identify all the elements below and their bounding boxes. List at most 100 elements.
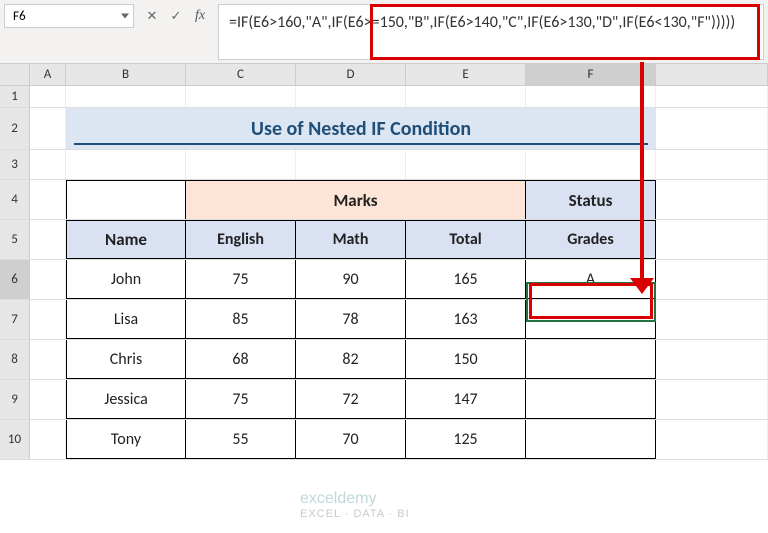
cell-english[interactable]: 85 xyxy=(186,300,296,339)
name-header[interactable]: Name xyxy=(66,220,186,259)
value: 125 xyxy=(453,430,477,449)
cell[interactable] xyxy=(30,300,66,339)
english-header[interactable]: English xyxy=(186,220,296,259)
cell-english[interactable]: 55 xyxy=(186,420,296,459)
cell-name[interactable]: Chris xyxy=(66,340,186,379)
cell-name[interactable]: Lisa xyxy=(66,300,186,339)
cell-english[interactable]: 75 xyxy=(186,380,296,419)
col-header-B[interactable]: B xyxy=(66,64,186,85)
label: Total xyxy=(449,230,481,249)
row-5: 5 Name English Math Total Grades xyxy=(0,220,768,260)
title-cell[interactable]: Use of Nested IF Condition xyxy=(66,108,656,149)
col-header-spare[interactable] xyxy=(656,64,768,85)
fx-icon[interactable]: fx xyxy=(190,6,210,26)
cell-english[interactable]: 68 xyxy=(186,340,296,379)
cell[interactable] xyxy=(406,150,526,179)
cell[interactable] xyxy=(30,86,66,107)
row-header-10[interactable]: 10 xyxy=(0,420,30,459)
arrow-down-icon xyxy=(630,278,654,294)
cell[interactable] xyxy=(30,260,66,299)
cell[interactable] xyxy=(30,220,66,259)
cell[interactable] xyxy=(656,220,768,259)
col-header-C[interactable]: C xyxy=(186,64,296,85)
value: 75 xyxy=(232,270,248,289)
cell[interactable] xyxy=(526,86,656,107)
row-header-5[interactable]: 5 xyxy=(0,220,30,259)
cell[interactable] xyxy=(30,108,66,149)
cell[interactable] xyxy=(656,300,768,339)
cell[interactable] xyxy=(656,180,768,219)
cell-math[interactable]: 90 xyxy=(296,260,406,299)
cell-math[interactable]: 82 xyxy=(296,340,406,379)
cell[interactable] xyxy=(656,150,768,179)
cell-math[interactable]: 72 xyxy=(296,380,406,419)
cell[interactable] xyxy=(66,180,186,219)
cell[interactable] xyxy=(406,86,526,107)
cell[interactable] xyxy=(656,380,768,419)
cell[interactable] xyxy=(656,420,768,459)
cell-total[interactable]: 125 xyxy=(406,420,526,459)
math-header[interactable]: Math xyxy=(296,220,406,259)
cell-name[interactable]: John xyxy=(66,260,186,299)
cell-grade[interactable] xyxy=(526,340,656,379)
cancel-icon[interactable]: ✕ xyxy=(142,6,162,26)
cell-grade[interactable] xyxy=(526,300,656,339)
col-header-D[interactable]: D xyxy=(296,64,406,85)
status-header[interactable]: Status xyxy=(526,180,656,219)
cell[interactable] xyxy=(656,108,768,149)
grades-header[interactable]: Grades xyxy=(526,220,656,259)
row-header-1[interactable]: 1 xyxy=(0,86,30,107)
cell[interactable] xyxy=(186,150,296,179)
cell[interactable] xyxy=(30,150,66,179)
cell[interactable] xyxy=(30,420,66,459)
value: 82 xyxy=(342,350,358,369)
marks-header[interactable]: Marks xyxy=(186,180,526,219)
cell-grade[interactable] xyxy=(526,380,656,419)
total-header[interactable]: Total xyxy=(406,220,526,259)
chevron-down-icon[interactable] xyxy=(121,14,129,19)
formula-input[interactable]: =IF(E6>160,"A",IF(E6>=150,"B",IF(E6>140,… xyxy=(218,4,764,60)
cell-math[interactable]: 70 xyxy=(296,420,406,459)
cell-total[interactable]: 163 xyxy=(406,300,526,339)
cell[interactable] xyxy=(66,150,186,179)
watermark-main: exceldemy xyxy=(300,490,376,507)
row-header-6[interactable]: 6 xyxy=(0,260,30,299)
cell[interactable] xyxy=(66,86,186,107)
name-box-value: F6 xyxy=(13,9,26,24)
value: 68 xyxy=(232,350,248,369)
cell-total[interactable]: 147 xyxy=(406,380,526,419)
column-headers: A B C D E F xyxy=(0,64,768,86)
cell-name[interactable]: Tony xyxy=(66,420,186,459)
cell-math[interactable]: 78 xyxy=(296,300,406,339)
cell[interactable] xyxy=(656,86,768,107)
title-underline xyxy=(74,143,648,145)
row-header-4[interactable]: 4 xyxy=(0,180,30,219)
row-header-2[interactable]: 2 xyxy=(0,108,30,149)
name-box[interactable]: F6 xyxy=(4,4,134,28)
row-header-7[interactable]: 7 xyxy=(0,300,30,339)
cell[interactable] xyxy=(30,180,66,219)
cell[interactable] xyxy=(656,260,768,299)
select-all-corner[interactable] xyxy=(0,64,30,85)
cell[interactable] xyxy=(526,150,656,179)
col-header-F[interactable]: F xyxy=(526,64,656,85)
cell-total[interactable]: 150 xyxy=(406,340,526,379)
row-header-3[interactable]: 3 xyxy=(0,150,30,179)
row-header-8[interactable]: 8 xyxy=(0,340,30,379)
row-header-9[interactable]: 9 xyxy=(0,380,30,419)
value: 150 xyxy=(453,350,477,369)
cell-name[interactable]: Jessica xyxy=(66,380,186,419)
cell-total[interactable]: 165 xyxy=(406,260,526,299)
cell-english[interactable]: 75 xyxy=(186,260,296,299)
cell[interactable] xyxy=(30,380,66,419)
col-header-A[interactable]: A xyxy=(30,64,66,85)
cell[interactable] xyxy=(186,86,296,107)
cell-grade[interactable] xyxy=(526,420,656,459)
col-header-E[interactable]: E xyxy=(406,64,526,85)
confirm-icon[interactable]: ✓ xyxy=(166,6,186,26)
cell[interactable] xyxy=(296,150,406,179)
cell[interactable] xyxy=(296,86,406,107)
table-row: 8 Chris 68 82 150 xyxy=(0,340,768,380)
cell[interactable] xyxy=(656,340,768,379)
cell[interactable] xyxy=(30,340,66,379)
